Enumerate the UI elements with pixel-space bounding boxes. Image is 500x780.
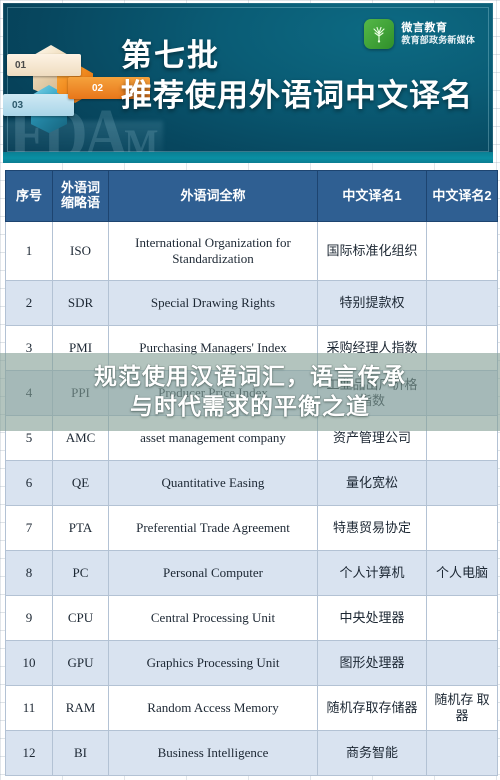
table-row: 2 SDR Special Drawing Rights 特别提款权 [5, 280, 498, 326]
vocabulary-table-container: 序号 外语词 缩略语 外语词全称 中文译名1 中文译名2 1 ISO Inter… [5, 170, 498, 776]
cell-index: 8 [5, 550, 53, 596]
table-row: 6 QE Quantitative Easing 量化宽松 [5, 460, 498, 506]
process-step-graphic: 01 03 02 [3, 45, 150, 155]
cell-full-term: International Organization for Standardi… [108, 221, 318, 281]
cell-abbreviation: GPU [52, 640, 109, 686]
step-tag-02-label: 02 [92, 82, 104, 94]
cell-chinese-2 [426, 640, 498, 686]
step-tag-01-label: 01 [15, 59, 27, 71]
cell-chinese-1: 随机存取存储器 [317, 685, 427, 731]
cell-full-term: Quantitative Easing [108, 460, 318, 506]
publisher-name-secondary: 教育部政务新媒体 [401, 35, 475, 46]
table-row: 9 CPU Central Processing Unit 中央处理器 [5, 595, 498, 641]
cell-chinese-1: 个人计算机 [317, 550, 427, 596]
banner-bottom-accent-strip [3, 152, 493, 163]
cell-abbreviation: BI [52, 730, 109, 776]
cell-abbreviation: RAM [52, 685, 109, 731]
caption-overlay-text: 规范使用汉语词汇，语言传承 与时代需求的平衡之道 [94, 363, 406, 419]
step-tag-03: 03 [3, 94, 74, 116]
cell-chinese-1: 中央处理器 [317, 595, 427, 641]
title-banner: FDAM 01 03 02 第七批 推荐使用外语词中文译名 [3, 3, 493, 163]
table-row: 1 ISO International Organization for Sta… [5, 221, 498, 281]
cell-full-term: Random Access Memory [108, 685, 318, 731]
cell-index: 2 [5, 280, 53, 326]
column-header-index: 序号 [5, 170, 53, 222]
cell-full-term: Business Intelligence [108, 730, 318, 776]
cell-chinese-1: 特惠贸易协定 [317, 505, 427, 551]
green-sprout-logo-icon [364, 19, 395, 49]
cell-index: 1 [5, 221, 53, 281]
cell-chinese-2: 个人电脑 [426, 550, 498, 596]
column-header-chinese-2: 中文译名2 [426, 170, 498, 222]
column-header-chinese-1: 中文译名1 [317, 170, 427, 222]
cell-index: 7 [5, 505, 53, 551]
step-tag-03-label: 03 [12, 99, 24, 111]
table-row: 12 BI Business Intelligence 商务智能 [5, 730, 498, 776]
cell-full-term: Special Drawing Rights [108, 280, 318, 326]
cell-chinese-2 [426, 595, 498, 641]
cell-index: 12 [5, 730, 53, 776]
publisher-logo-text: 微言教育 教育部政务新媒体 [401, 22, 475, 47]
cell-chinese-1: 国际标准化组织 [317, 221, 427, 281]
table-row: 7 PTA Preferential Trade Agreement 特惠贸易协… [5, 505, 498, 551]
banner-headline: 第七批 推荐使用外语词中文译名 [121, 38, 473, 114]
table-header-row: 序号 外语词 缩略语 外语词全称 中文译名1 中文译名2 [5, 170, 498, 222]
publisher-name-primary: 微言教育 [401, 21, 448, 34]
column-header-abbreviation: 外语词 缩略语 [52, 170, 109, 222]
cell-chinese-2: 随机存 取器 [426, 685, 498, 731]
column-header-full-term: 外语词全称 [108, 170, 318, 222]
cell-chinese-1: 特别提款权 [317, 280, 427, 326]
cell-chinese-2 [426, 280, 498, 326]
publisher-logo: 微言教育 教育部政务新媒体 [364, 19, 475, 49]
cell-abbreviation: PC [52, 550, 109, 596]
cell-abbreviation: ISO [52, 221, 109, 281]
cell-chinese-2 [426, 460, 498, 506]
banner-headline-line2: 推荐使用外语词中文译名 [121, 78, 473, 114]
cell-index: 9 [5, 595, 53, 641]
cell-index: 11 [5, 685, 53, 731]
cell-chinese-1: 图形处理器 [317, 640, 427, 686]
vocabulary-table: 序号 外语词 缩略语 外语词全称 中文译名1 中文译名2 1 ISO Inter… [5, 170, 498, 776]
cell-abbreviation: PTA [52, 505, 109, 551]
cell-chinese-1: 量化宽松 [317, 460, 427, 506]
table-row: 8 PC Personal Computer 个人计算机 个人电脑 [5, 550, 498, 596]
cell-chinese-2 [426, 730, 498, 776]
cell-full-term: Central Processing Unit [108, 595, 318, 641]
cell-full-term: Graphics Processing Unit [108, 640, 318, 686]
table-row: 10 GPU Graphics Processing Unit 图形处理器 [5, 640, 498, 686]
cell-abbreviation: SDR [52, 280, 109, 326]
cell-index: 10 [5, 640, 53, 686]
cell-full-term: Personal Computer [108, 550, 318, 596]
table-body: 1 ISO International Organization for Sta… [5, 221, 498, 776]
cell-full-term: Preferential Trade Agreement [108, 505, 318, 551]
cell-abbreviation: QE [52, 460, 109, 506]
cell-index: 6 [5, 460, 53, 506]
caption-overlay-band: 规范使用汉语词汇，语言传承 与时代需求的平衡之道 [0, 353, 500, 431]
cell-chinese-2 [426, 221, 498, 281]
cell-chinese-1: 商务智能 [317, 730, 427, 776]
step-tag-01: 01 [7, 54, 81, 76]
cell-chinese-2 [426, 505, 498, 551]
table-row: 11 RAM Random Access Memory 随机存取存储器 随机存 … [5, 685, 498, 731]
cell-abbreviation: CPU [52, 595, 109, 641]
